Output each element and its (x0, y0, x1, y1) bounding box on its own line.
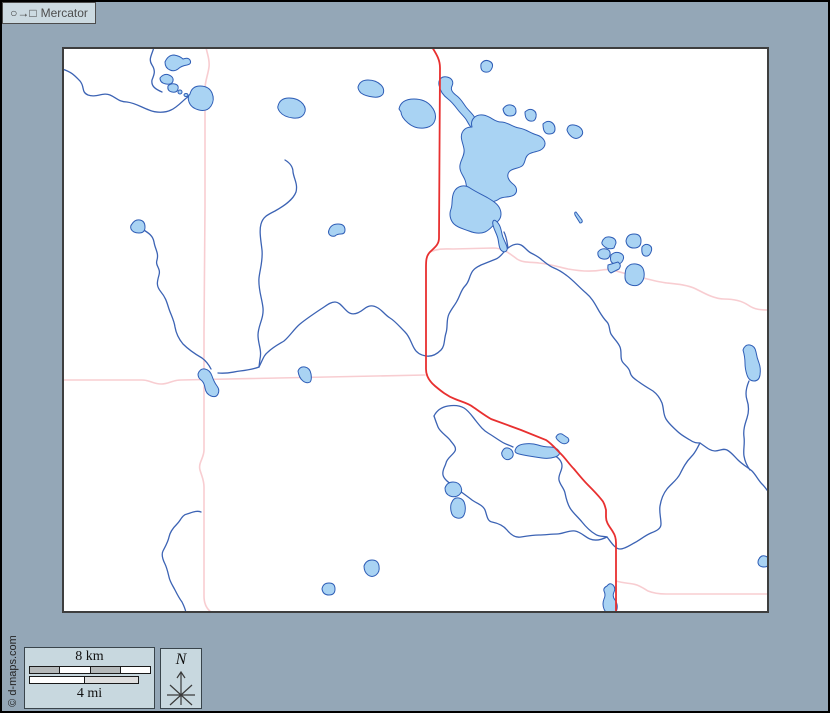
lake (178, 90, 182, 94)
lake (625, 264, 644, 286)
lake (626, 234, 641, 248)
lake (525, 109, 536, 121)
scale-bar-mi (29, 676, 139, 684)
map-canvas (62, 47, 770, 614)
north-label: N (161, 651, 201, 669)
lake (364, 560, 379, 577)
scale-bar-segment (30, 667, 60, 673)
compass-star-icon (163, 669, 199, 707)
projection-transform-icon: ○→□ (10, 7, 37, 19)
projection-panel: ○→□ Mercator (2, 2, 96, 24)
scale-bar-segment (60, 667, 90, 673)
lake (188, 86, 213, 111)
lake (503, 105, 516, 116)
copyright-watermark: © d-maps.com (7, 631, 21, 711)
lake (322, 583, 335, 595)
page-background: 8 km 4 mi N ○→□ Mercator © d-maps.com (0, 0, 830, 713)
lake (445, 482, 462, 497)
scale-bar-segment (91, 667, 121, 673)
scale-mi-label: 4 mi (25, 686, 154, 701)
scale-bar-panel: 8 km 4 mi (24, 647, 155, 709)
lake (502, 448, 514, 460)
scale-bar-segment (30, 677, 85, 683)
lake (598, 249, 610, 259)
north-indicator-panel: N (160, 648, 202, 709)
scale-km-label: 8 km (25, 649, 154, 664)
scale-bar-segment (121, 667, 150, 673)
lake (160, 74, 173, 84)
scale-bar-segment (85, 677, 139, 683)
lake (543, 121, 555, 134)
lake (481, 60, 493, 72)
lake (642, 244, 652, 256)
projection-label: Mercator (41, 7, 88, 19)
lake (451, 498, 466, 518)
lake (184, 94, 188, 97)
scale-bar-km (29, 666, 151, 674)
lake (168, 84, 178, 92)
